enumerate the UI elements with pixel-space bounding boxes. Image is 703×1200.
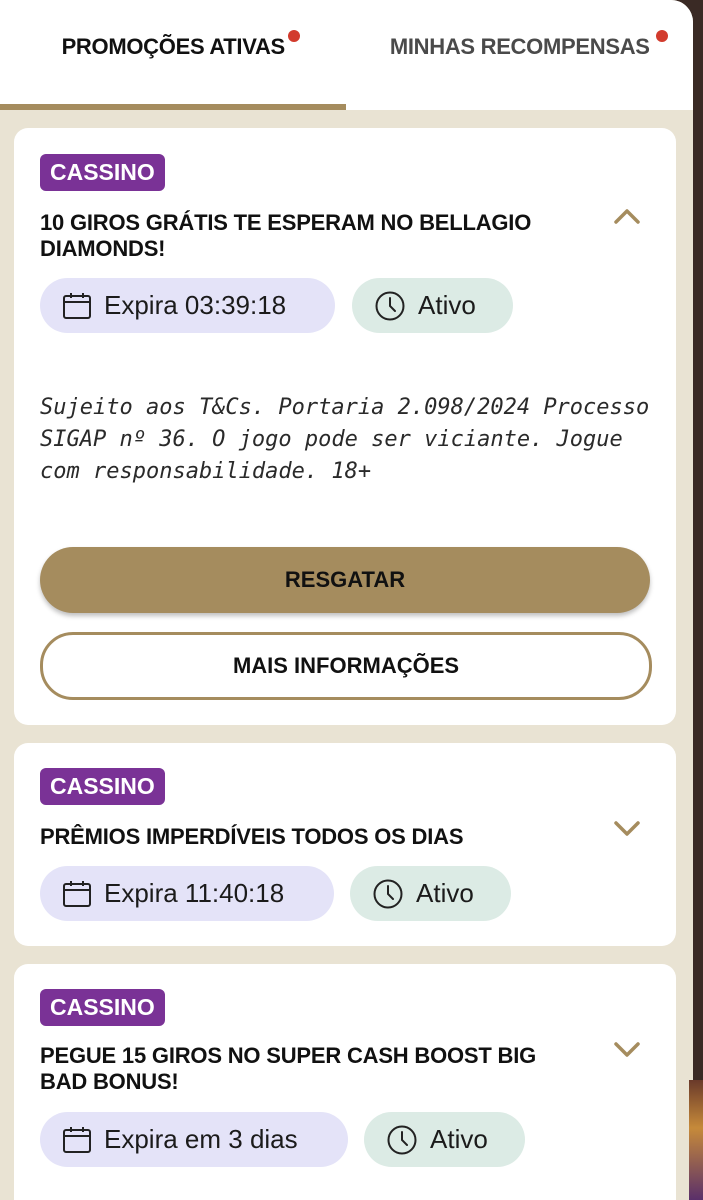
promotion-card: CASSINO PRÊMIOS IMPERDÍVEIS TODOS OS DIA…: [14, 743, 676, 946]
status-text: Ativo: [418, 290, 476, 320]
status-text: Ativo: [430, 1124, 488, 1154]
tab-my-rewards[interactable]: MINHAS RECOMPENSAS: [347, 0, 694, 110]
expiry-pill: Expira em 3 dias: [40, 1112, 348, 1167]
tab-label: PROMOÇÕES ATIVAS: [61, 34, 286, 59]
more-info-button[interactable]: MAIS INFORMAÇÕES: [40, 632, 652, 700]
redeem-button[interactable]: RESGATAR: [40, 547, 650, 613]
expiry-text: Expira 03:39:18: [104, 290, 287, 320]
category-badge: CASSINO: [40, 989, 165, 1026]
clock-icon: [373, 879, 403, 908]
promotion-title: PEGUE 15 GIROS NO SUPER CASH BOOST BIG B…: [40, 1043, 537, 1094]
clock-icon: [375, 291, 405, 320]
notification-dot: [288, 30, 300, 42]
chevron-up-icon[interactable]: [612, 206, 642, 226]
active-tab-indicator: [0, 104, 346, 110]
status-pill: Ativo: [350, 866, 511, 921]
expiry-text: Expira em 3 dias: [104, 1124, 298, 1154]
promotion-card: CASSINO 10 GIROS GRÁTIS TE ESPERAM NO BE…: [14, 128, 676, 725]
tab-label: MINHAS RECOMPENSAS: [389, 34, 650, 59]
promotion-card: CASSINO PEGUE 15 GIROS NO SUPER CASH BOO…: [14, 964, 676, 1200]
terms-text: Sujeito aos T&Cs. Portaria 2.098/2024 Pr…: [40, 395, 650, 484]
chevron-down-icon[interactable]: [612, 819, 642, 839]
chevron-down-icon[interactable]: [612, 1040, 642, 1060]
promotion-title: 10 GIROS GRÁTIS TE ESPERAM NO BELLAGIO D…: [40, 210, 532, 261]
status-pill: Ativo: [364, 1112, 525, 1167]
background-artwork: [689, 1080, 703, 1200]
calendar-icon: [63, 1126, 91, 1153]
category-badge: CASSINO: [40, 768, 165, 805]
expiry-pill: Expira 11:40:18: [40, 866, 334, 921]
notification-dot: [655, 30, 668, 42]
calendar-icon: [63, 880, 91, 907]
status-pill: Ativo: [352, 278, 513, 333]
clock-icon: [387, 1125, 417, 1154]
promotions-panel: PROMOÇÕES ATIVAS MINHAS RECOMPENSAS CASS…: [0, 0, 693, 1200]
category-badge: CASSINO: [40, 154, 165, 191]
calendar-icon: [63, 292, 91, 319]
expiry-text: Expira 11:40:18: [104, 878, 285, 908]
expiry-pill: Expira 03:39:18: [40, 278, 335, 333]
promotion-title: PRÊMIOS IMPERDÍVEIS TODOS OS DIAS: [40, 824, 464, 849]
tab-active-promotions[interactable]: PROMOÇÕES ATIVAS: [0, 0, 347, 110]
tab-bar: PROMOÇÕES ATIVAS MINHAS RECOMPENSAS: [0, 0, 693, 110]
status-text: Ativo: [416, 878, 474, 908]
